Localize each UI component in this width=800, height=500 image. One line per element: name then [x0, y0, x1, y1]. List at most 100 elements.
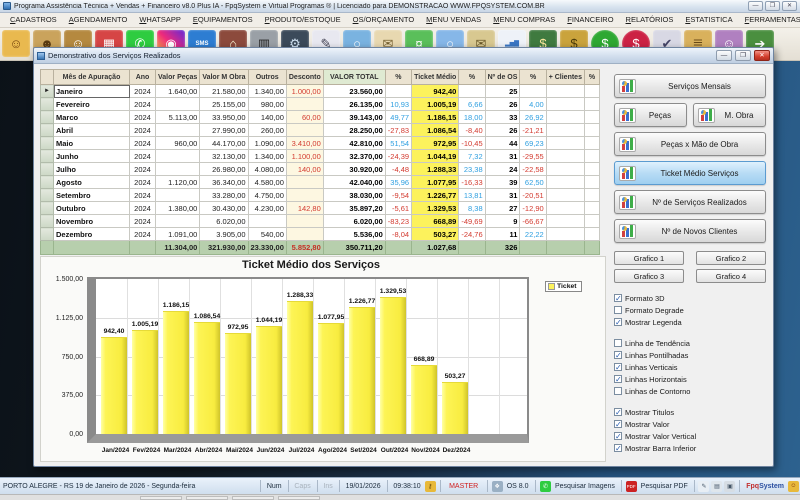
printer-icon[interactable]: ▤ — [711, 480, 723, 492]
row-selector[interactable] — [40, 201, 54, 215]
monitor-icon[interactable]: ▣ — [724, 480, 736, 492]
ticket-medio-servicos-button[interactable]: Ticket Médio Serviços — [614, 161, 766, 185]
option-linha-de-tend-ncia[interactable]: Linha de Tendência — [614, 337, 766, 349]
column-header-valor-m-obra[interactable]: Valor M Obra — [199, 69, 249, 85]
column-header-[interactable]: % — [458, 69, 486, 85]
row-selector[interactable] — [40, 97, 54, 111]
menu-item-ferramentas[interactable]: FERRAMENTAS — [739, 13, 800, 27]
grafico-4-button[interactable]: Grafico 4 — [696, 269, 766, 283]
row-selector[interactable] — [40, 175, 54, 189]
option-linhas-horizontais[interactable]: ✓ Linhas Horizontais — [614, 373, 766, 385]
menu-item-menu-vendas[interactable]: MENU VENDAS — [420, 13, 487, 27]
option-linhas-verticais[interactable]: ✓ Linhas Verticais — [614, 361, 766, 373]
table-row[interactable]: Fevereiro 2024 25.155,00 980,00 26.135,00 10,… — [40, 97, 600, 111]
option-mostrar-valor[interactable]: ✓ Mostrar Valor — [614, 418, 766, 430]
bar-mar-2024[interactable] — [163, 311, 189, 434]
option-formato-degrade[interactable]: Formato Degrade — [614, 304, 766, 316]
row-selector[interactable] — [40, 110, 54, 124]
menu-item-financeiro[interactable]: FINANCEIRO — [561, 13, 619, 27]
column-header-[interactable]: % — [519, 69, 547, 85]
row-selector[interactable] — [40, 240, 54, 255]
checkbox-linhas-horizontais[interactable]: ✓ — [614, 375, 622, 384]
menu-item-estatistica[interactable]: ESTATISTICA — [679, 13, 738, 27]
option-formato-3d[interactable]: ✓ Formato 3D — [614, 292, 766, 304]
table-row[interactable]: Julho 2024 26.980,00 4.080,00 140,00 30.920,0… — [40, 162, 600, 176]
column-header-n-de-os[interactable]: Nº de OS — [484, 69, 521, 85]
pecas-x-mao-de-obra-button[interactable]: Peças x Mão de Obra — [614, 132, 766, 156]
option-linhas-pontilhadas[interactable]: ✓ Linhas Pontilhadas — [614, 349, 766, 361]
column-header-outros[interactable]: Outros — [247, 69, 287, 85]
menu-item-produto-estoque[interactable]: PRODUTO/ESTOQUE — [259, 13, 347, 27]
row-selector[interactable] — [40, 136, 54, 150]
app-restore-button[interactable]: ❐ — [765, 1, 780, 11]
row-selector[interactable] — [40, 188, 54, 202]
table-row[interactable]: Abril 2024 27.990,00 260,00 28.250,00 -27,83 1… — [40, 123, 600, 137]
menu-item-equipamentos[interactable]: EQUIPAMENTOS — [187, 13, 259, 27]
window-close-button[interactable]: ✕ — [754, 50, 770, 61]
row-selector[interactable] — [40, 227, 54, 241]
bar-jan-2024[interactable] — [101, 337, 127, 434]
checkbox-mostrar-valor[interactable]: ✓ — [614, 420, 622, 429]
column-header-ano[interactable]: Ano — [129, 69, 156, 85]
bar-set-2024[interactable] — [349, 307, 375, 434]
checkbox-formato-3d[interactable]: ✓ — [614, 294, 622, 303]
grafico-3-button[interactable]: Grafico 3 — [614, 269, 684, 283]
table-row[interactable]: Junho 2024 32.130,00 1.340,00 1.100,00 32.370… — [40, 149, 600, 163]
checkbox-mostrar-barra-inferior[interactable]: ✓ — [614, 444, 622, 453]
table-row[interactable]: ► Janeiro 2024 1.640,00 21.580,00 1.340,00 1.0… — [40, 84, 600, 98]
search-images-button[interactable]: Pesquisar Imagens — [552, 483, 618, 490]
checkbox-mostrar-titulos[interactable]: ✓ — [614, 408, 622, 417]
row-selector[interactable]: ► — [40, 84, 54, 98]
column-header-valor-total[interactable]: VALOR TOTAL — [322, 69, 386, 85]
new-doc-icon[interactable]: ✎ — [698, 480, 710, 492]
option-linhas-de-contorno[interactable]: Linhas de Contorno — [614, 385, 766, 397]
table-row[interactable]: Marco 2024 5.113,00 33.950,00 140,00 60,00 39.… — [40, 110, 600, 124]
num-servicos-realizados-button[interactable]: Nº de Serviços Realizados — [614, 190, 766, 214]
window-minimize-button[interactable]: — — [716, 50, 732, 61]
bar-out-2024[interactable] — [380, 297, 406, 434]
row-selector[interactable] — [40, 162, 54, 176]
table-row[interactable]: Maio 2024 960,00 44.170,00 1.090,00 3.410,00 4… — [40, 136, 600, 150]
help-icon[interactable]: ☺ — [787, 480, 799, 492]
checkbox-linhas-verticais[interactable]: ✓ — [614, 363, 622, 372]
table-row[interactable]: Dezembro 2024 1.091,00 3.905,00 540,00 5.536,… — [40, 227, 600, 241]
bar-jun-2024[interactable] — [256, 326, 282, 434]
servicos-mensais-button[interactable]: Serviços Mensais — [614, 74, 766, 98]
menu-item-cadastros[interactable]: CADASTROS — [4, 13, 63, 27]
option-mostrar-barra-inferior[interactable]: ✓ Mostrar Barra Inferior — [614, 442, 766, 454]
column-header-[interactable]: % — [583, 69, 600, 85]
clients-icon[interactable]: ☺ — [2, 30, 30, 57]
grafico-1-button[interactable]: Grafico 1 — [614, 251, 684, 265]
column-header-desconto[interactable]: Desconto — [285, 69, 324, 85]
row-selector[interactable] — [40, 123, 54, 137]
checkbox-mostrar-legenda[interactable]: ✓ — [614, 318, 622, 327]
bar-mai-2024[interactable] — [225, 333, 251, 434]
menu-item-agendamento[interactable]: AGENDAMENTO — [63, 13, 134, 27]
grafico-2-button[interactable]: Grafico 2 — [696, 251, 766, 265]
table-row[interactable]: Novembro 2024 6.020,00 6.020,00 -83,23 668,89… — [40, 214, 600, 228]
num-novos-clientes-button[interactable]: Nº de Novos Clientes — [614, 219, 766, 243]
column-header-valor-pe-as[interactable]: Valor Peças — [154, 69, 201, 85]
table-row[interactable]: Agosto 2024 1.120,00 36.340,00 4.580,00 42.04… — [40, 175, 600, 189]
menu-item-whatsapp[interactable]: WHATSAPP — [133, 13, 187, 27]
bar-dez-2024[interactable] — [442, 382, 468, 434]
bar-abr-2024[interactable] — [194, 322, 220, 434]
app-minimize-button[interactable]: — — [748, 1, 763, 11]
pecas-button[interactable]: Peças — [614, 103, 687, 127]
column-header-clientes[interactable]: + Clientes — [545, 69, 585, 85]
table-row[interactable]: Outubro 2024 1.380,00 30.430,00 4.230,00 142,… — [40, 201, 600, 215]
option-mostrar-titulos[interactable]: ✓ Mostrar Titulos — [614, 406, 766, 418]
menu-item-menu-compras[interactable]: MENU COMPRAS — [487, 13, 561, 27]
checkbox-linhas-pontilhadas[interactable]: ✓ — [614, 351, 622, 360]
row-selector[interactable] — [40, 149, 54, 163]
menu-item-relat-rios[interactable]: RELATÓRIOS — [620, 13, 680, 27]
menu-item-os-or-amento[interactable]: OS/ORÇAMENTO — [347, 13, 421, 27]
column-header-m-s-de-apura-o[interactable]: Mês de Apuração — [53, 69, 130, 85]
search-pdf-button[interactable]: Pesquisar PDF — [638, 483, 691, 490]
window-restore-button[interactable]: ❐ — [735, 50, 751, 61]
column-header-[interactable]: % — [384, 69, 413, 85]
column-header-ticket-m-dio[interactable]: Ticket Médio — [411, 69, 460, 85]
checkbox-formato-degrade[interactable] — [614, 306, 622, 314]
bar-fev-2024[interactable] — [132, 330, 158, 434]
bar-ago-2024[interactable] — [318, 323, 344, 434]
